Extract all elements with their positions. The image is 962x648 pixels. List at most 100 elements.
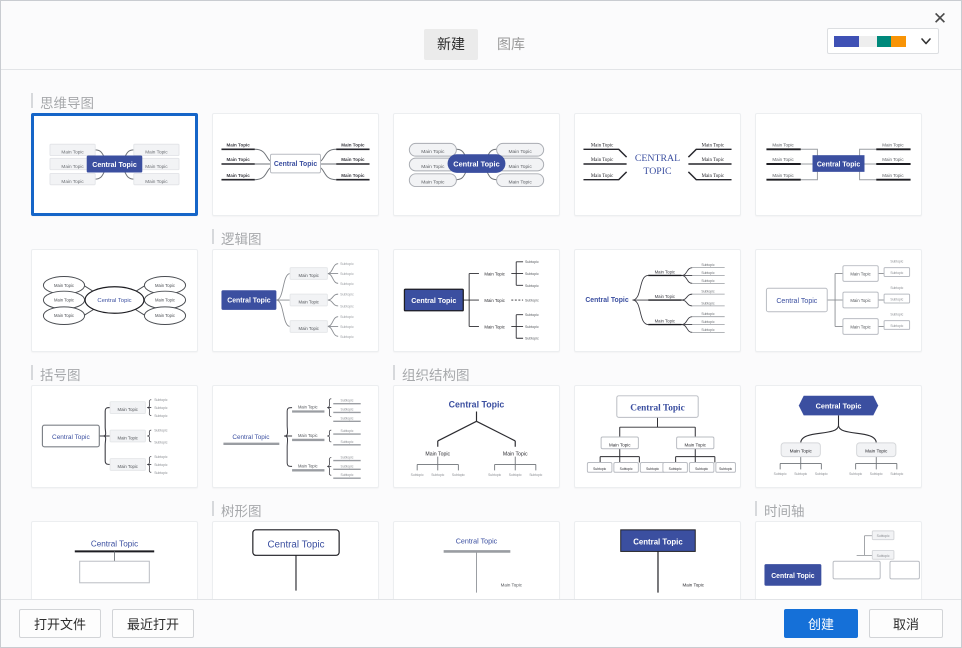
section-header-spacer — [755, 216, 922, 249]
svg-text:Central Topic: Central Topic — [817, 161, 861, 168]
svg-text:Central Topic: Central Topic — [630, 404, 685, 414]
template-card-mindmap-rounded-pill[interactable]: Main Topic Main Topic Main Topic Main Topi… — [393, 113, 560, 216]
section-header-spacer — [212, 80, 379, 113]
svg-text:Main Topic: Main Topic — [298, 433, 318, 438]
template-card-tree-boxed-central[interactable]: Central Topic — [212, 521, 379, 599]
template-card-org-plain-topdown[interactable]: Central Topic Main Topic Main Topic Subto… — [393, 385, 560, 488]
svg-text:Central Topic: Central Topic — [274, 161, 318, 168]
template-card-org-filled-hex-topdown[interactable]: Central Topic Main Topic Main Topic Subto… — [755, 385, 922, 488]
template-card-logic-right-branch-underline[interactable]: Main Topic Main Topic Main Topic Subtopic S… — [574, 249, 741, 352]
svg-text:Central Topic: Central Topic — [456, 538, 498, 546]
svg-text:Main Topic: Main Topic — [508, 149, 532, 155]
svg-text:Subtopic: Subtopic — [340, 262, 354, 266]
svg-text:Main Topic: Main Topic — [484, 324, 505, 329]
template-card-logic-right-branch-boxed[interactable]: Main Topic Main Topic Main Topic Subtopic S… — [212, 249, 379, 352]
svg-text:Subtopic: Subtopic — [341, 440, 354, 444]
template-card-mindmap-underline-boxed[interactable]: Main Topic Main Topic Main Topic Main Topi… — [212, 113, 379, 216]
section-header-spacer — [574, 80, 741, 113]
svg-text:Subtopic: Subtopic — [794, 472, 807, 476]
open-file-button[interactable]: 打开文件 — [19, 609, 102, 638]
svg-text:Main Topic: Main Topic — [341, 157, 365, 162]
svg-text:Subtopic: Subtopic — [154, 398, 168, 402]
svg-text:Subtopic: Subtopic — [870, 472, 883, 476]
section-header-orgchart: 组织结构图 — [393, 352, 560, 385]
svg-text:Main Topic: Main Topic — [484, 298, 505, 303]
svg-text:Main Topic: Main Topic — [655, 319, 676, 324]
svg-text:Central Topic: Central Topic — [267, 539, 324, 550]
recent-files-button[interactable]: 最近打开 — [112, 609, 195, 638]
svg-text:Main Topic: Main Topic — [299, 299, 320, 304]
section-header-spacer — [393, 80, 560, 113]
svg-text:Subtopic: Subtopic — [525, 325, 539, 329]
svg-text:Central Topic: Central Topic — [449, 400, 505, 410]
svg-text:Subtopic: Subtopic — [890, 298, 903, 302]
svg-text:CENTRAL: CENTRAL — [635, 153, 680, 164]
template-card-tree-filled-central[interactable]: Central Topic Main Topic — [574, 521, 741, 599]
svg-text:Subtopic: Subtopic — [154, 429, 168, 433]
svg-text:Main Topic: Main Topic — [772, 157, 794, 162]
svg-text:Main Topic: Main Topic — [508, 180, 532, 186]
svg-text:Main Topic: Main Topic — [591, 158, 614, 163]
svg-text:Main Topic: Main Topic — [683, 583, 705, 588]
svg-text:Main Topic: Main Topic — [54, 297, 74, 302]
template-card-bracket-boxed[interactable]: Main Topic Main Topic Main Topic Subtopic S… — [31, 385, 198, 488]
create-button[interactable]: 创建 — [784, 609, 858, 638]
svg-text:Main Topic: Main Topic — [421, 149, 445, 155]
dialog-header: ✕ 新建 图库 — [1, 1, 961, 70]
svg-text:Subtopic: Subtopic — [452, 473, 465, 477]
tab-bar: 新建 图库 — [1, 29, 961, 60]
svg-text:Main Topic: Main Topic — [298, 463, 318, 468]
svg-text:Main Topic: Main Topic — [508, 164, 532, 170]
svg-text:Main Topic: Main Topic — [702, 143, 725, 148]
section-header-spacer — [31, 488, 198, 521]
cancel-button[interactable]: 取消 — [869, 609, 943, 638]
svg-text:Subtopic: Subtopic — [849, 472, 862, 476]
svg-text:Subtopic: Subtopic — [701, 271, 715, 275]
tab-gallery[interactable]: 图库 — [484, 29, 538, 60]
svg-text:Subtopic: Subtopic — [890, 472, 903, 476]
swatch-3 — [877, 35, 891, 47]
template-scroll-area[interactable]: 思维导图 Main Topic Main Topic Main Topic Ma… — [1, 70, 961, 599]
svg-text:Subtopic: Subtopic — [701, 312, 715, 316]
svg-text:Subtopic: Subtopic — [525, 337, 539, 341]
svg-text:Subtopic: Subtopic — [620, 467, 633, 471]
svg-text:Subtopic: Subtopic — [890, 271, 903, 275]
svg-text:Subtopic: Subtopic — [701, 290, 715, 294]
svg-text:Subtopic: Subtopic — [701, 279, 715, 283]
svg-text:Subtopic: Subtopic — [341, 473, 354, 477]
theme-color-picker[interactable] — [827, 28, 939, 54]
svg-text:Subtopic: Subtopic — [431, 473, 444, 477]
svg-text:Main Topic: Main Topic — [850, 324, 871, 329]
section-header-spacer — [393, 488, 560, 521]
svg-text:Subtopic: Subtopic — [154, 455, 168, 459]
template-card-mindmap-classic-filled[interactable]: Main Topic Main Topic Main Topic Main Topi… — [31, 113, 198, 216]
svg-text:Main Topic: Main Topic — [655, 294, 676, 299]
template-card-org-boxed-topdown[interactable]: Central Topic Main Topic Main Topic Subto… — [574, 385, 741, 488]
template-card-bracket-underline[interactable]: Main Topic Main Topic Main Topic Subtopic S… — [212, 385, 379, 488]
section-header-spacer — [212, 352, 379, 385]
svg-text:Main Topic: Main Topic — [865, 449, 888, 454]
section-header-logic: 逻辑图 — [212, 216, 379, 249]
template-card-timeline-filled[interactable]: Subtopic Subtopic Central Topic — [755, 521, 922, 599]
svg-text:Subtopic: Subtopic — [509, 473, 522, 477]
svg-text:Main Topic: Main Topic — [118, 407, 139, 412]
new-document-dialog: ✕ 新建 图库 思维导图 Main Topic Main Topic Main … — [0, 0, 962, 648]
template-card-mindmap-orthogonal-underline[interactable]: Main Topic Main Topic Main Topic Main Topi… — [755, 113, 922, 216]
swatch-1 — [834, 35, 859, 47]
template-card-tree-underline-central[interactable]: Central Topic — [31, 521, 198, 599]
svg-text:Main Topic: Main Topic — [61, 179, 84, 184]
template-card-tree-gray-underline-central[interactable]: Central Topic Main Topic — [393, 521, 560, 599]
svg-text:Main Topic: Main Topic — [118, 464, 139, 469]
svg-text:Central Topic: Central Topic — [816, 402, 862, 411]
template-card-mindmap-serif-plain[interactable]: Main Topic Main Topic Main Topic Main Topi… — [574, 113, 741, 216]
svg-text:Subtopic: Subtopic — [340, 315, 354, 319]
tab-new[interactable]: 新建 — [424, 29, 478, 60]
template-card-logic-right-branch-square[interactable]: Main Topic Main Topic Main Topic Subtopic S… — [393, 249, 560, 352]
chevron-down-icon[interactable] — [920, 35, 932, 47]
swatch-2 — [858, 35, 878, 47]
svg-text:Subtopic: Subtopic — [154, 471, 168, 475]
template-card-logic-ellipse-radial[interactable]: Main Topic Main Topic Main Topic Main Topi… — [31, 249, 198, 352]
svg-text:Subtopic: Subtopic — [340, 325, 354, 329]
template-card-logic-right-branch-outline[interactable]: Main Topic Main Topic Main Topic Subtopic S… — [755, 249, 922, 352]
svg-text:Subtopic: Subtopic — [529, 473, 542, 477]
